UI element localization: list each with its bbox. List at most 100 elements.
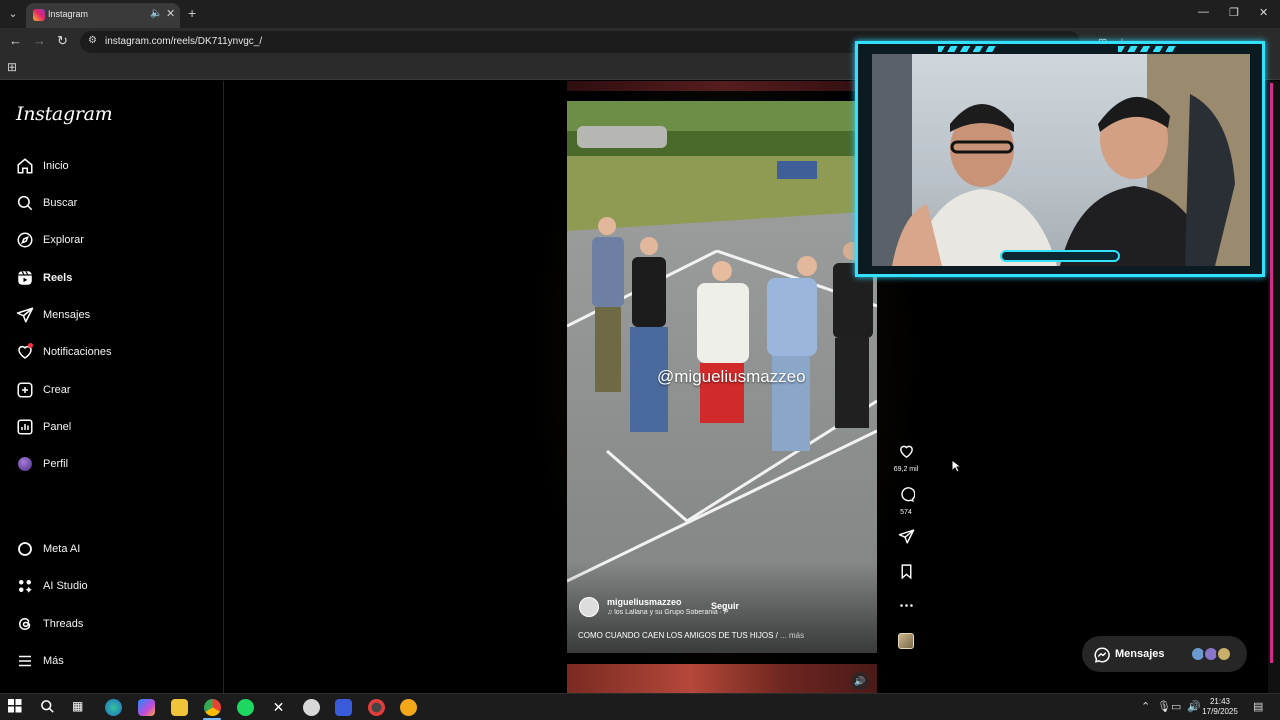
sidebar-item-mensajes[interactable]: Mensajes [16, 304, 216, 328]
notification-badge [28, 343, 33, 348]
sidebar-item-label: Reels [43, 272, 73, 284]
search-icon[interactable] [40, 699, 57, 716]
sidebar-item-perfil[interactable]: Perfil [16, 453, 216, 477]
messages-dock-button[interactable]: Mensajes [1082, 636, 1247, 672]
sidebar-item-explorar[interactable]: Explorar [16, 229, 216, 253]
sidebar-item-notificaciones[interactable]: Notificaciones [16, 341, 216, 365]
avatar [1216, 646, 1232, 662]
previous-reel-edge[interactable] [567, 81, 877, 91]
browser-tabstrip: ⌄ Instagram 🔈 ✕ + — ❐ ✕ [0, 0, 1280, 28]
reel-caption: COMO CUANDO CAEN LOS AMIGOS DE TUS HIJOS… [578, 631, 804, 640]
threads-icon [16, 615, 34, 633]
author-avatar[interactable] [579, 597, 599, 617]
more-horizontal-icon [899, 604, 913, 607]
comment-icon [900, 487, 915, 502]
audio-track[interactable]: ♫ los Lallana y su Grupo Soberania · P [607, 609, 747, 616]
tab-search-button[interactable]: ⌄ [4, 5, 22, 23]
plus-square-icon [16, 381, 34, 399]
apps-grid-icon[interactable]: ⊞ [7, 60, 17, 74]
avatar [16, 455, 34, 473]
video-watermark: @migueliusmazzeo [657, 367, 806, 386]
sidebar-item-label: Threads [43, 618, 84, 630]
sidebar-item-label: Meta AI [43, 543, 81, 555]
edge-icon[interactable] [105, 699, 122, 716]
tab-title: Instagram [48, 9, 89, 19]
sidebar-item-inicio[interactable]: Inicio [16, 155, 216, 179]
sidebar-item-meta-ai[interactable]: Meta AI [16, 538, 216, 562]
sidebar-item-label: Notificaciones [43, 346, 112, 358]
taskbar-clock[interactable]: 21:43 17/9/2025 [1198, 697, 1242, 717]
comment-button[interactable]: 574 [893, 486, 919, 516]
conversation-avatars [1190, 646, 1236, 662]
browser-tab[interactable]: Instagram 🔈 ✕ [26, 3, 180, 28]
sidebar-item-label: Buscar [43, 197, 78, 209]
microphone-icon[interactable]: 🎙 [1157, 700, 1171, 713]
menu-icon [16, 652, 34, 670]
audio-thumbnail[interactable] [898, 633, 914, 649]
next-reel-preview[interactable]: 🔊 [567, 664, 877, 693]
restore-button[interactable]: ❐ [1229, 6, 1239, 19]
task-view-icon[interactable]: ▦ [72, 699, 89, 716]
network-icon[interactable]: ▭ [1171, 700, 1181, 713]
messenger-icon [1093, 646, 1111, 669]
tray-overflow-icon[interactable]: ⌃ [1141, 700, 1150, 713]
like-button[interactable]: 69,2 mil [893, 443, 919, 473]
file-explorer-icon[interactable] [171, 699, 188, 716]
overlay-decoration [1118, 46, 1178, 52]
sidebar-item-mas[interactable]: Más [16, 650, 216, 674]
sidebar-item-threads[interactable]: Threads [16, 613, 216, 637]
sidebar-item-label: Explorar [43, 234, 84, 246]
copilot-icon[interactable] [138, 699, 155, 716]
caption-more-link[interactable]: ... más [780, 631, 804, 640]
back-button[interactable]: ← [9, 33, 22, 48]
new-tab-button[interactable]: + [188, 5, 196, 21]
speaker-icon[interactable]: 🔈 [150, 8, 162, 19]
save-button[interactable] [893, 563, 919, 585]
heart-icon [899, 445, 913, 459]
share-button[interactable] [893, 528, 919, 550]
instagram-logo[interactable]: Instagram [16, 103, 113, 125]
url-text[interactable]: instagram.com/reels/DK711ynvgc_/ [105, 36, 262, 47]
sidebar-item-reels[interactable]: Reels [16, 267, 216, 291]
app-icon[interactable] [400, 699, 417, 716]
obs-icon[interactable] [368, 699, 385, 716]
volume-icon[interactable]: 🔊 [851, 672, 869, 690]
site-info-icon[interactable]: ⚙ [88, 35, 97, 46]
reel-video[interactable]: @migueliusmazzeo migueliusmazzeo Seguir … [567, 101, 877, 653]
sidebar-item-label: Crear [43, 384, 71, 396]
sidebar-item-panel[interactable]: Panel [16, 416, 216, 440]
forward-button[interactable]: → [33, 33, 46, 48]
scrollbar-thumb[interactable] [1270, 83, 1273, 663]
reload-button[interactable]: ↻ [57, 33, 68, 49]
webcam-scene [872, 54, 1250, 266]
bookmark-icon [901, 564, 911, 580]
send-icon [16, 306, 34, 324]
compass-icon [16, 231, 34, 249]
close-tab-icon[interactable]: ✕ [166, 7, 175, 20]
sidebar-item-label: Más [43, 655, 64, 667]
ai-studio-icon [16, 577, 34, 595]
notification-center-icon[interactable]: ▤ [1253, 700, 1263, 713]
meta-ai-icon [16, 540, 34, 558]
chrome-icon[interactable] [204, 699, 221, 716]
xbox-icon[interactable]: ✕ [270, 699, 287, 716]
windows-taskbar: ▦ ✕ ⌃ 🎙 ▭ 🔊 21:43 17/9/2025 ▤ [0, 693, 1280, 720]
author-username[interactable]: migueliusmazzeo [607, 597, 682, 607]
send-icon [898, 529, 914, 544]
sidebar-item-crear[interactable]: Crear [16, 379, 216, 403]
window-close-button[interactable]: ✕ [1259, 6, 1268, 19]
more-options-button[interactable] [893, 597, 919, 619]
spotify-icon[interactable] [237, 699, 254, 716]
remote-desktop-icon[interactable] [335, 699, 352, 716]
clock-date: 17/9/2025 [1202, 707, 1238, 716]
sidebar-item-buscar[interactable]: Buscar [16, 192, 216, 216]
overlay-decoration [938, 46, 998, 52]
sidebar-item-label: AI Studio [43, 580, 88, 592]
page-scrollbar[interactable] [1268, 81, 1280, 693]
sidebar-item-label: Perfil [43, 458, 69, 470]
sidebar-item-label: Mensajes [43, 309, 91, 321]
minimize-button[interactable]: — [1198, 6, 1209, 18]
app-icon[interactable] [303, 699, 320, 716]
windows-start-icon[interactable] [8, 699, 25, 716]
sidebar-item-ai-studio[interactable]: AI Studio [16, 575, 216, 599]
